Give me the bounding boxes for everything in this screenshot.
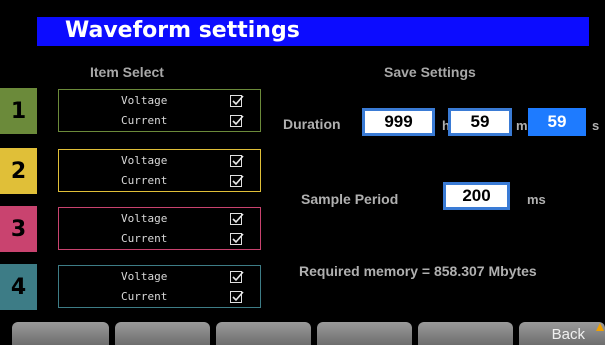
voltage-label: Voltage (121, 212, 168, 225)
voltage-label: Voltage (121, 94, 168, 107)
softkey-4[interactable] (317, 322, 412, 345)
title-bar: Waveform settings (37, 17, 589, 46)
channel-1-current-row[interactable]: Current (59, 112, 260, 132)
required-memory-text: Required memory = 858.307 Mbytes (299, 263, 537, 279)
channel-3-voltage-row[interactable]: Voltage (59, 210, 260, 230)
duration-hours-field[interactable]: 999 (362, 108, 435, 136)
channel-1-block: 1 Voltage Current (0, 88, 264, 134)
duration-minutes-field[interactable]: 59 (448, 108, 512, 136)
sample-period-unit: ms (527, 192, 546, 207)
channel-1-items: Voltage Current (58, 89, 261, 132)
current-checkbox[interactable] (230, 115, 244, 127)
softkey-2[interactable] (115, 322, 210, 345)
softkey-1[interactable] (12, 322, 109, 345)
back-label: Back (551, 326, 585, 343)
current-label: Current (121, 174, 168, 187)
duration-label: Duration (283, 116, 341, 132)
voltage-checkbox[interactable] (230, 95, 244, 107)
channel-3-current-row[interactable]: Current (59, 230, 260, 250)
current-checkbox[interactable] (230, 291, 244, 303)
channel-2-tab[interactable]: 2 (0, 148, 37, 194)
channel-3-tab[interactable]: 3 (0, 206, 37, 252)
channel-1-tab[interactable]: 1 (0, 88, 37, 134)
channel-3-items: Voltage Current (58, 207, 261, 250)
page-title: Waveform settings (65, 18, 300, 43)
save-settings-heading: Save Settings (384, 64, 476, 80)
channel-2-voltage-row[interactable]: Voltage (59, 152, 260, 172)
channel-3-block: 3 Voltage Current (0, 206, 264, 252)
back-button[interactable]: Back (519, 322, 605, 345)
minutes-unit: m (516, 118, 528, 133)
current-checkbox[interactable] (230, 175, 244, 187)
softkey-5[interactable] (418, 322, 513, 345)
sample-period-label: Sample Period (301, 191, 399, 207)
channel-4-tab[interactable]: 4 (0, 264, 37, 310)
channel-2-current-row[interactable]: Current (59, 172, 260, 192)
channel-4-voltage-row[interactable]: Voltage (59, 268, 260, 288)
seconds-unit: s (592, 118, 600, 133)
voltage-checkbox[interactable] (230, 213, 244, 225)
item-select-heading: Item Select (90, 64, 164, 80)
channel-2-block: 2 Voltage Current (0, 148, 264, 194)
current-label: Current (121, 232, 168, 245)
duration-seconds-field[interactable]: 59 (528, 108, 586, 136)
voltage-label: Voltage (121, 270, 168, 283)
channel-4-block: 4 Voltage Current (0, 264, 264, 310)
voltage-checkbox[interactable] (230, 271, 244, 283)
current-label: Current (121, 290, 168, 303)
channel-4-current-row[interactable]: Current (59, 288, 260, 308)
softkey-3[interactable] (216, 322, 311, 345)
current-label: Current (121, 114, 168, 127)
channel-2-items: Voltage Current (58, 149, 261, 192)
voltage-label: Voltage (121, 154, 168, 167)
sample-period-field[interactable]: 200 (443, 182, 510, 210)
voltage-checkbox[interactable] (230, 155, 244, 167)
channel-1-voltage-row[interactable]: Voltage (59, 92, 260, 112)
current-checkbox[interactable] (230, 233, 244, 245)
back-arrow-icon (596, 323, 604, 331)
channel-4-items: Voltage Current (58, 265, 261, 308)
